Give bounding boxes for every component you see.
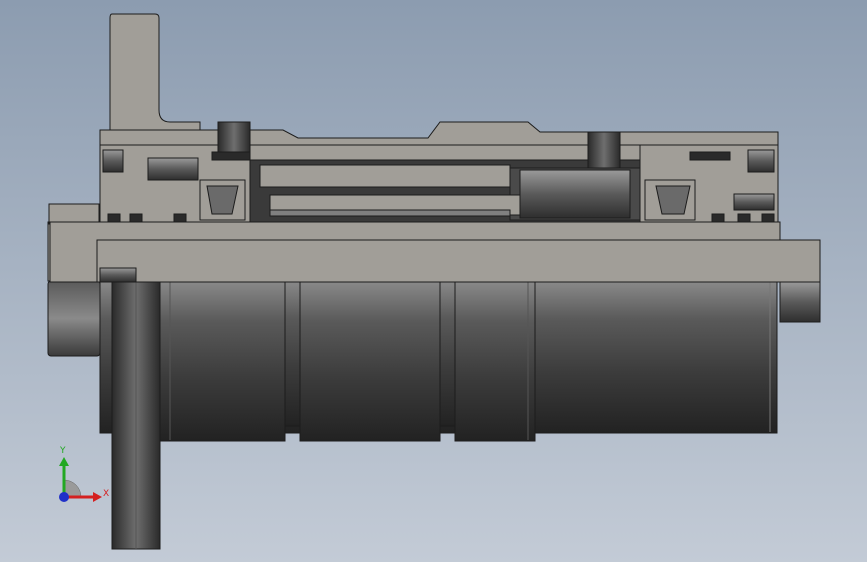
x-axis-label: X (103, 489, 109, 499)
z-axis-indicator (59, 492, 69, 502)
mechanism-section-view (47, 13, 821, 550)
y-axis-label: Y (59, 446, 66, 456)
internal-components (249, 159, 641, 223)
x-axis-arrowhead (93, 492, 102, 502)
coordinate-triad: Y X (59, 446, 109, 502)
cad-viewport[interactable]: Y X (0, 0, 867, 562)
y-axis-arrowhead (59, 457, 69, 466)
lower-housing-body (99, 280, 778, 442)
